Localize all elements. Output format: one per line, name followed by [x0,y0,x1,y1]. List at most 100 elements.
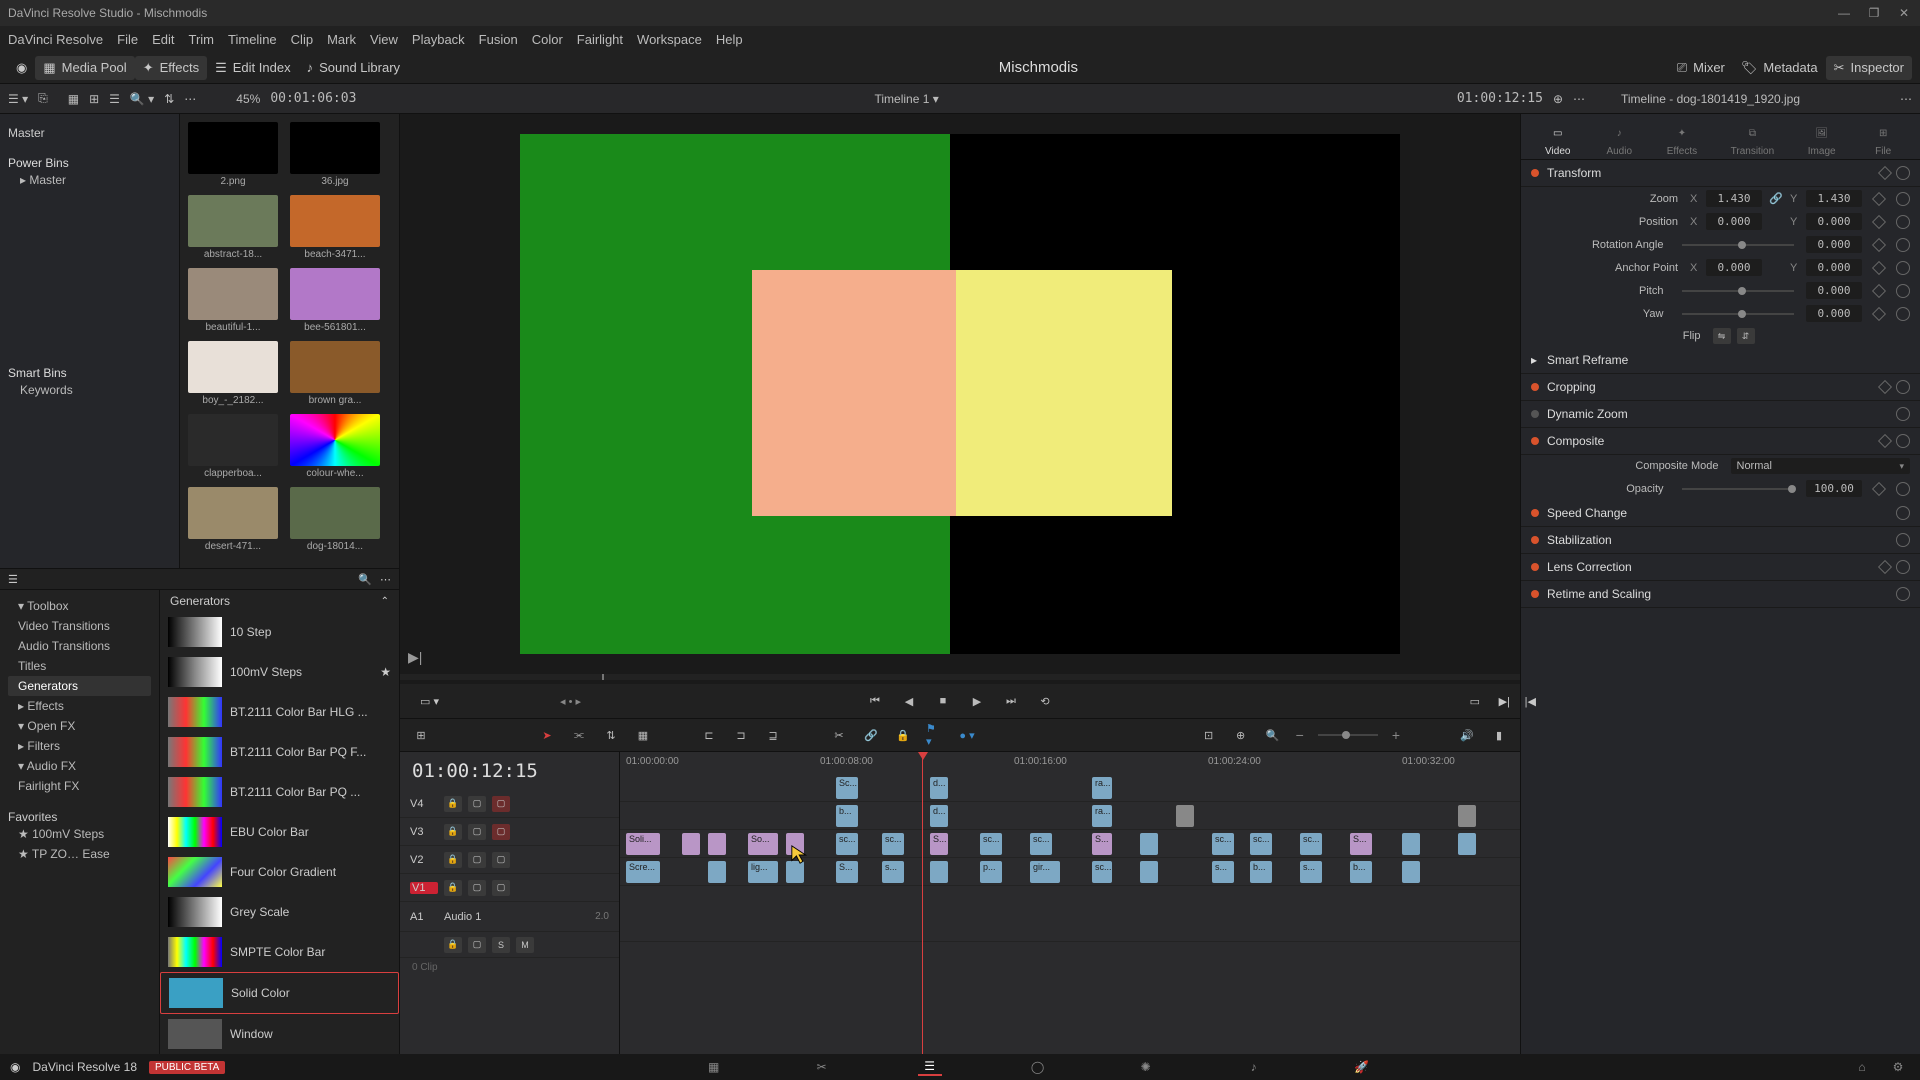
inspector-button[interactable]: ✂Inspector [1826,56,1912,80]
timeline-clip[interactable]: ra... [1092,805,1112,827]
timeline-clip[interactable] [1176,805,1194,827]
track-a1[interactable] [620,886,1520,942]
section-smart-reframe[interactable]: ▸Smart Reframe [1521,347,1920,374]
keywords-bin[interactable]: Keywords [8,380,171,400]
sort-icon[interactable]: ⇅ [164,92,174,106]
generator-item[interactable]: 10 Step [160,612,399,652]
generator-item[interactable]: EBU Color Bar [160,812,399,852]
fx-panel-icon[interactable]: ☰ [8,573,18,586]
match-frame-icon[interactable]: ▭ [1470,695,1480,708]
snap-icon[interactable]: ⊡ [1200,726,1218,744]
timeline-clip[interactable]: lig... [748,861,778,883]
loop-icon[interactable]: ⟲ [1035,691,1055,711]
menu-item[interactable]: Clip [291,32,313,47]
prev-edit-icon[interactable]: ◂ • ▸ [560,695,581,708]
menu-item[interactable]: Playback [412,32,465,47]
tab-audio[interactable]: ♪Audio [1605,122,1633,157]
fav-item[interactable]: ★ 100mV Steps [8,824,151,844]
timeline-clip[interactable]: sc... [1092,861,1112,883]
fx-cat[interactable]: Video Transitions [8,616,151,636]
timeline-clip[interactable] [1140,833,1158,855]
flip-h-icon[interactable]: ⇋ [1713,328,1731,344]
timeline-clip[interactable] [708,861,726,883]
timeline-timecode[interactable]: 01:00:12:15 [400,752,619,790]
more-icon[interactable]: ⋯ [184,92,196,106]
zoom-in-icon[interactable]: + [1392,727,1400,743]
timeline-clip[interactable]: S... [930,833,948,855]
stop-icon[interactable]: ■ [933,691,953,711]
page-deliver-icon[interactable]: 🚀 [1350,1058,1374,1076]
menu-item[interactable]: Edit [152,32,174,47]
timeline-clip[interactable]: sc... [1212,833,1234,855]
timeline-clip[interactable]: S... [836,861,858,883]
track-head-v2[interactable]: V2🔒▢▢ [400,846,619,874]
mixer-button[interactable]: ⎚Mixer [1669,56,1733,80]
lock-icon[interactable]: 🔒 [894,726,912,744]
minimize-icon[interactable]: — [1836,5,1852,21]
tab-effects[interactable]: ✦Effects [1667,122,1697,157]
page-fusion-icon[interactable]: ◯ [1026,1058,1050,1076]
page-media-icon[interactable]: ▦ [702,1058,726,1076]
timeline-clip[interactable]: Sc... [836,777,858,799]
timeline-clip[interactable] [1140,861,1158,883]
auto-select-icon[interactable]: ▢ [468,796,486,812]
section-dynamic-zoom[interactable]: Dynamic Zoom [1521,401,1920,428]
go-in-icon[interactable]: ▶| [1499,695,1510,708]
media-clip[interactable]: boy_-_2182... [188,341,278,406]
insert-icon[interactable]: ⊏ [700,726,718,744]
play-icon[interactable]: ▶ [967,691,987,711]
effects-button[interactable]: ✦Effects [135,56,207,80]
power-bin-master[interactable]: ▸ Master [8,170,171,190]
viewer-zoom[interactable]: 45% [236,92,260,106]
section-transform[interactable]: Transform [1521,160,1920,187]
timeline-clip[interactable]: s... [1212,861,1234,883]
fx-filters[interactable]: ▸ Filters [8,736,151,756]
timeline-clip[interactable]: Scre... [626,861,660,883]
timeline-clip[interactable]: p... [980,861,1002,883]
flag-icon[interactable]: ⚑ ▾ [926,726,944,744]
timeline-tracks-area[interactable]: 01:00:00:00 01:00:08:00 01:00:16:00 01:0… [620,752,1520,1054]
timeline-clip[interactable] [1458,833,1476,855]
bin-view-icon[interactable]: ☰ ▾ [8,92,28,106]
lock-icon[interactable]: 🔒 [444,796,462,812]
fx-more-icon[interactable]: ⋯ [380,573,391,586]
timeline-view-icon[interactable]: ⊞ [412,726,430,744]
media-clip[interactable]: beach-3471... [290,195,380,260]
zoom-out-icon[interactable]: − [1296,727,1304,743]
link-icon[interactable]: 🔗 [862,726,880,744]
fx-fairlight[interactable]: Fairlight FX [8,776,151,796]
track-v4[interactable]: Sc...d...ra... [620,774,1520,802]
generator-item[interactable]: 100mV Steps★ [160,652,399,692]
timeline-clip[interactable]: b... [836,805,858,827]
composite-mode-select[interactable]: Normal [1731,458,1911,474]
close-icon[interactable]: ✕ [1896,5,1912,21]
media-clip[interactable]: abstract-18... [188,195,278,260]
section-lens[interactable]: Lens Correction [1521,554,1920,581]
timeline-clip[interactable]: sc... [1250,833,1272,855]
menu-item[interactable]: Mark [327,32,356,47]
generator-item[interactable]: BT.2111 Color Bar HLG ... [160,692,399,732]
viewer-more-icon[interactable]: ⋯ [1573,92,1585,106]
timeline-clip[interactable]: d... [930,805,948,827]
zoom-slider[interactable] [1318,734,1378,736]
media-clip[interactable]: colour-whe... [290,414,380,479]
media-pool-button[interactable]: ▦Media Pool [35,56,134,80]
menu-item[interactable]: File [117,32,138,47]
timeline-clip[interactable] [682,833,700,855]
track-v3[interactable]: b... d... ra... [620,802,1520,830]
razor-icon[interactable]: ✂ [830,726,848,744]
disable-icon[interactable]: ▢ [492,796,510,812]
fx-toolbox[interactable]: ▾ Toolbox [8,596,151,616]
section-stabilization[interactable]: Stabilization [1521,527,1920,554]
thumb-view-icon[interactable]: ⊞ [89,92,99,106]
dynamic-trim-icon[interactable]: ⇅ [602,726,620,744]
generators-header[interactable]: Generators⌃ [160,590,399,612]
media-clip[interactable]: brown gra... [290,341,380,406]
smart-bins-header[interactable]: Smart Bins [8,366,171,380]
media-clip[interactable]: dog-18014... [290,487,380,552]
list-view-icon[interactable]: ▦ [68,92,79,106]
tab-file[interactable]: ⊞File [1869,122,1897,157]
strip-view-icon[interactable]: ☰ [109,92,120,106]
fx-cat[interactable]: ▸ Effects [8,696,151,716]
fx-cat[interactable]: Titles [8,656,151,676]
